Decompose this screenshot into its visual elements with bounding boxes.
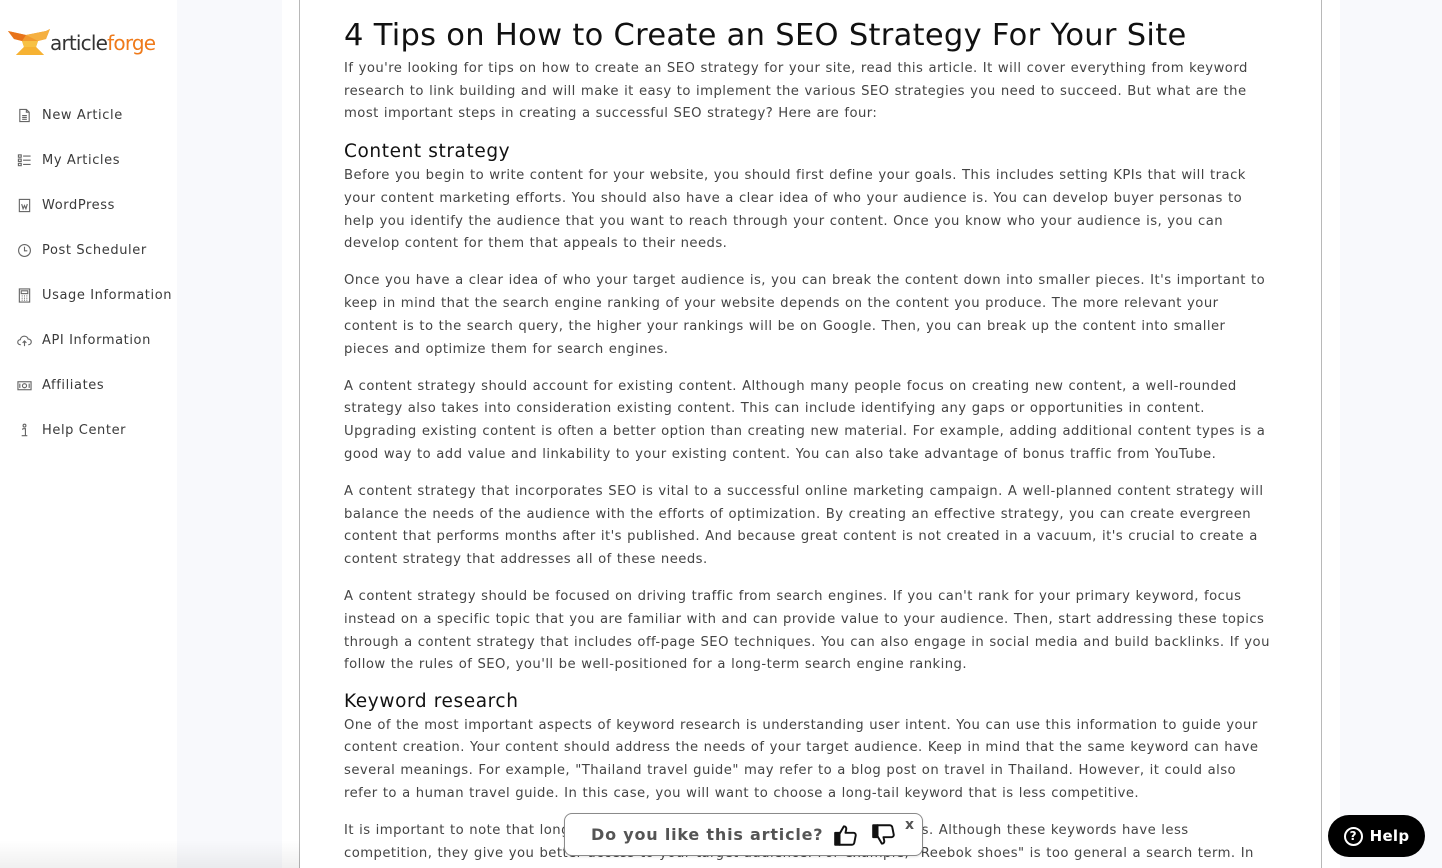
sidebar-item-post-scheduler[interactable]: Post Scheduler bbox=[0, 228, 177, 273]
list-icon bbox=[16, 153, 32, 169]
anvil-icon bbox=[8, 29, 50, 55]
thumbs-down-button[interactable] bbox=[869, 820, 899, 850]
sidebar-item-label: My Articles bbox=[42, 153, 121, 168]
logo-text: articleforge bbox=[50, 31, 156, 55]
paragraph: One of the most important aspects of key… bbox=[344, 717, 1259, 801]
feedback-widget: Do you like this article? x bbox=[564, 813, 923, 856]
help-button-label: Help bbox=[1369, 827, 1410, 845]
paragraph: Before you begin to write content for yo… bbox=[344, 168, 1246, 252]
info-icon bbox=[16, 423, 32, 439]
logo[interactable]: articleforge bbox=[6, 24, 176, 60]
sidebar-item-help-center[interactable]: Help Center bbox=[0, 408, 177, 453]
paragraph: A content strategy that incorporates SEO… bbox=[344, 484, 1264, 568]
section-heading: Content strategy bbox=[344, 141, 511, 163]
clock-icon bbox=[16, 243, 32, 259]
thumbs-up-icon bbox=[834, 824, 858, 846]
money-icon bbox=[16, 378, 32, 394]
sidebar-nav: New Article My Articles WordPress Post S… bbox=[0, 93, 177, 453]
article-intro: If you're looking for tips on how to cre… bbox=[344, 61, 1248, 122]
logo-text-forge: forge bbox=[107, 31, 156, 55]
sidebar-item-label: API Information bbox=[42, 333, 151, 348]
sidebar-item-usage-information[interactable]: Usage Information bbox=[0, 273, 177, 318]
sidebar-item-label: Affiliates bbox=[42, 378, 105, 393]
paragraph: A content strategy should be focused on … bbox=[344, 589, 1270, 673]
sidebar-item-wordpress[interactable]: WordPress bbox=[0, 183, 177, 228]
section-heading: Keyword research bbox=[344, 690, 519, 712]
article: 4 Tips on How to Create an SEO Strategy … bbox=[344, 14, 1274, 868]
sidebar: articleforge New Article My Articles Wor… bbox=[0, 0, 177, 868]
sidebar-item-label: Usage Information bbox=[42, 288, 173, 303]
help-button[interactable]: ? Help bbox=[1328, 815, 1425, 857]
sidebar-item-label: Help Center bbox=[42, 423, 127, 438]
cloud-upload-icon bbox=[16, 333, 32, 349]
article-title: 4 Tips on How to Create an SEO Strategy … bbox=[344, 18, 1187, 53]
document-icon bbox=[16, 108, 32, 124]
close-feedback-button[interactable]: x bbox=[905, 817, 914, 833]
sidebar-item-my-articles[interactable]: My Articles bbox=[0, 138, 177, 183]
feedback-question: Do you like this article? bbox=[591, 825, 824, 844]
wordpress-icon bbox=[16, 198, 32, 214]
sidebar-item-label: New Article bbox=[42, 108, 123, 123]
sidebar-item-label: WordPress bbox=[42, 198, 116, 213]
sidebar-item-affiliates[interactable]: Affiliates bbox=[0, 363, 177, 408]
sidebar-item-api-information[interactable]: API Information bbox=[0, 318, 177, 363]
calculator-icon bbox=[16, 288, 32, 304]
sidebar-item-label: Post Scheduler bbox=[42, 243, 147, 258]
paragraph: A content strategy should account for ex… bbox=[344, 378, 1266, 462]
thumbs-up-button[interactable] bbox=[831, 820, 861, 850]
thumbs-down-icon bbox=[872, 823, 896, 845]
paragraph: Once you have a clear idea of who your t… bbox=[344, 273, 1266, 357]
logo-text-article: article bbox=[50, 31, 108, 55]
question-circle-icon: ? bbox=[1343, 826, 1363, 846]
sidebar-item-new-article[interactable]: New Article bbox=[0, 93, 177, 138]
